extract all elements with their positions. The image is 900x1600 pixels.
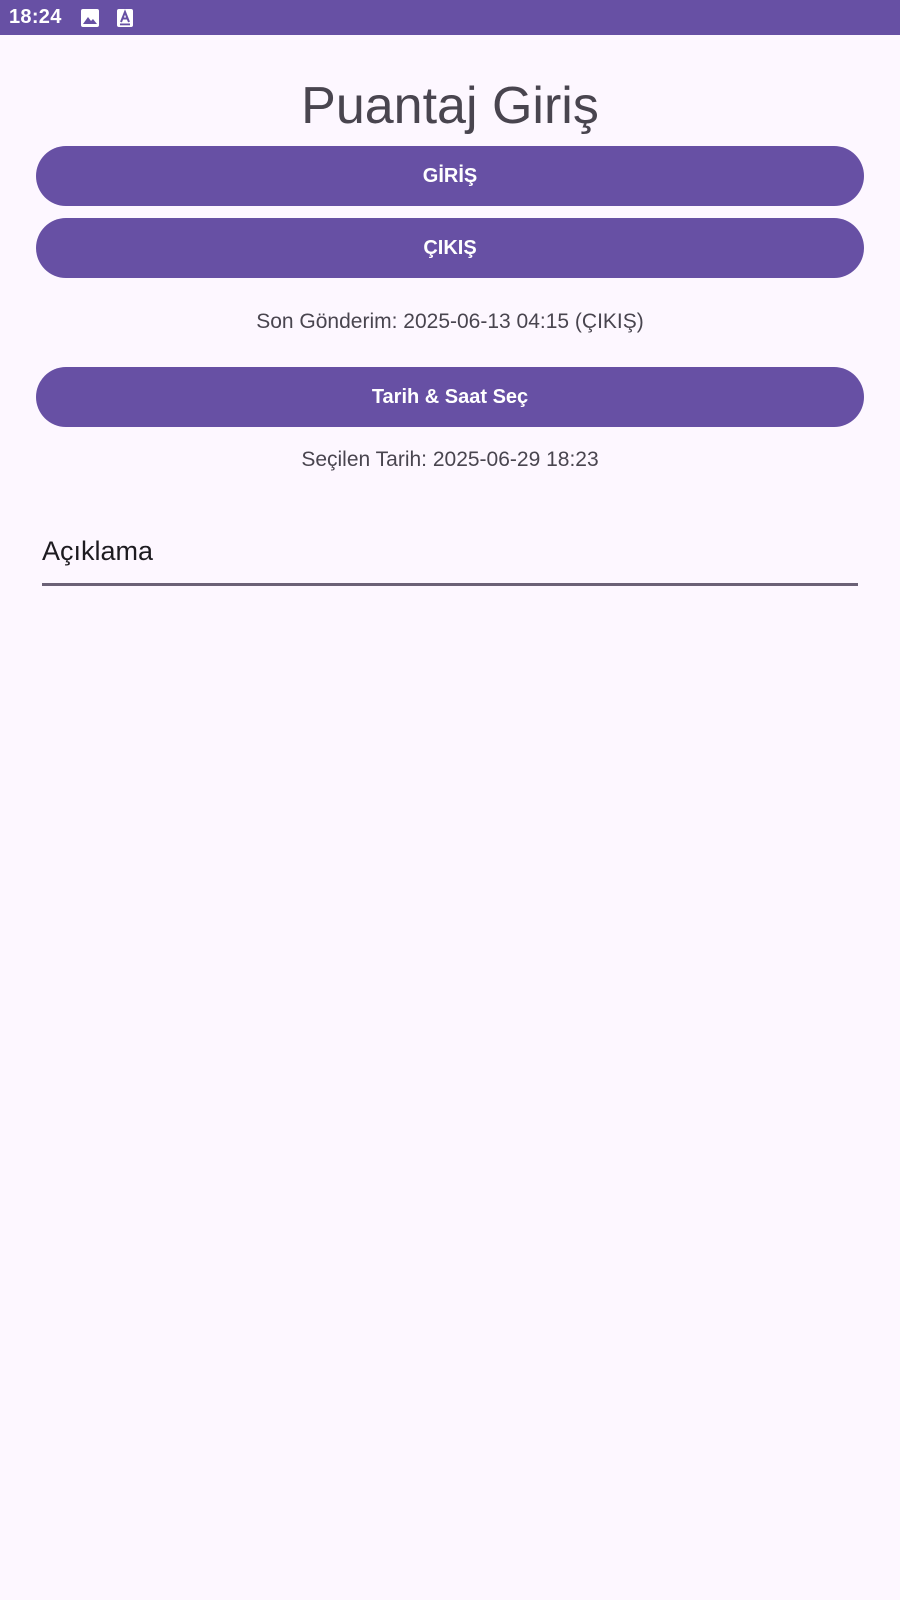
description-input[interactable] (42, 520, 858, 586)
status-time: 18:24 (9, 6, 62, 28)
image-icon (80, 8, 100, 28)
giris-button[interactable]: GİRİŞ (36, 146, 864, 206)
status-bar: 18:24 (0, 0, 900, 35)
last-sent-text: Son Gönderim: 2025-06-13 04:15 (ÇIKIŞ) (256, 310, 644, 333)
text-a-icon (116, 8, 136, 28)
page-title: Puantaj Giriş (301, 77, 599, 135)
description-input-wrapper (42, 520, 858, 588)
cikis-button[interactable]: ÇIKIŞ (36, 218, 864, 278)
date-time-picker-button[interactable]: Tarih & Saat Seç (36, 367, 864, 427)
selected-date-text: Seçilen Tarih: 2025-06-29 18:23 (301, 448, 599, 471)
